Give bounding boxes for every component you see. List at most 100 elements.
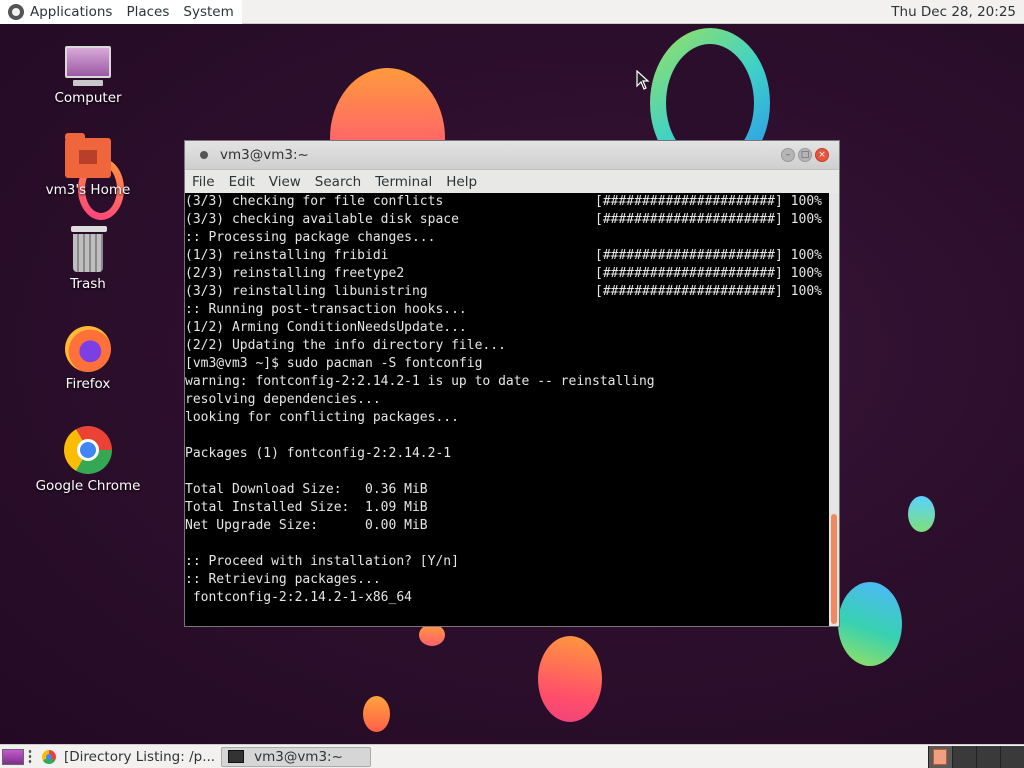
menu-edit[interactable]: Edit	[222, 174, 262, 190]
terminal-line-text: (1/3) reinstalling fribidi	[185, 248, 389, 263]
terminal-scrollbar[interactable]	[829, 193, 839, 626]
taskbar-item-label: vm3@vm3:~	[254, 748, 343, 765]
small-blob-decoration	[908, 496, 935, 532]
system-menu[interactable]: System	[183, 4, 233, 20]
terminal-line-text: :: Retrieving packages...	[185, 572, 381, 587]
terminal-menubar: File Edit View Search Terminal Help	[185, 170, 839, 194]
menu-help[interactable]: Help	[439, 174, 484, 190]
terminal-line: resolving dependencies...	[185, 391, 829, 409]
terminal-window[interactable]: vm3@vm3:~ – □ × File Edit View Search Te…	[184, 140, 840, 627]
window-titlebar[interactable]: vm3@vm3:~ – □ ×	[185, 141, 839, 170]
trash-icon	[71, 226, 107, 272]
terminal-icon	[228, 750, 245, 763]
small-orange-blob-decoration	[363, 696, 390, 732]
progress-bar-text: [######################] 100%	[595, 248, 822, 263]
desktop-icon-trash[interactable]: Trash	[28, 226, 148, 292]
terminal-line: (2/3) reinstalling freetype2 [###########…	[185, 265, 829, 283]
terminal-line: :: Proceed with installation? [Y/n]	[185, 553, 829, 571]
terminal-line-text: fontconfig-2:2.14.2-1-x86_64	[185, 590, 412, 605]
terminal-line-text: (1/2) Arming ConditionNeedsUpdate...	[185, 320, 467, 335]
terminal-line: :: Running post-transaction hooks...	[185, 301, 829, 319]
taskbar-item-label: [Directory Listing: /p...	[64, 748, 216, 765]
terminal-line: (1/2) Arming ConditionNeedsUpdate...	[185, 319, 829, 337]
panel-handle[interactable]	[28, 748, 32, 765]
desktop-icon-google-chrome[interactable]: Google Chrome	[28, 426, 148, 494]
progress-bar-text: [######################] 100%	[595, 212, 822, 227]
progress-bar-text: [######################] 100%	[595, 266, 822, 281]
desktop-icon-label: Google Chrome	[35, 478, 141, 494]
minimize-button[interactable]: –	[781, 148, 795, 162]
terminal-line-text: Total Installed Size: 1.09 MiB	[185, 500, 428, 515]
desktop-icon-firefox[interactable]: Firefox	[28, 326, 148, 392]
terminal-line-text: Net Upgrade Size: 0.00 MiB	[185, 518, 428, 533]
blue-blob-decoration	[838, 582, 902, 666]
terminal-line: Total Installed Size: 1.09 MiB	[185, 499, 829, 517]
show-desktop-button[interactable]	[2, 748, 24, 765]
terminal-line: looking for conflicting packages...	[185, 409, 829, 427]
terminal-line-text: [vm3@vm3 ~]$ sudo pacman -S fontconfig	[185, 356, 483, 371]
terminal-line: (3/3) checking available disk space [####…	[185, 211, 829, 229]
taskbar-item-terminal[interactable]: vm3@vm3:~	[221, 746, 372, 767]
chrome-icon	[64, 426, 112, 474]
terminal-line-text: (2/2) Updating the info directory file..…	[185, 338, 506, 353]
taskbar-item-chrome[interactable]: [Directory Listing: /p...	[36, 747, 221, 767]
scrollbar-thumb[interactable]	[831, 514, 837, 624]
main-menu-bar: Applications Places System	[0, 0, 242, 24]
window-menu-icon[interactable]	[200, 151, 208, 159]
desktop-icon-computer[interactable]: Computer	[28, 46, 148, 106]
desktop-icon-label: Firefox	[65, 376, 111, 392]
terminal-line: Packages (1) fontconfig-2:2.14.2-1	[185, 445, 829, 463]
terminal-line: Net Upgrade Size: 0.00 MiB	[185, 517, 829, 535]
terminal-line-text: :: Proceed with installation? [Y/n]	[185, 554, 459, 569]
terminal-line: [vm3@vm3 ~]$ sudo pacman -S fontconfig	[185, 355, 829, 373]
terminal-line: Total Download Size: 0.36 MiB	[185, 481, 829, 499]
terminal-line-text: (3/3) checking available disk space	[185, 212, 459, 227]
window-title: vm3@vm3:~	[220, 147, 309, 163]
workspace-1[interactable]	[928, 745, 952, 768]
terminal-line-text: Packages (1) fontconfig-2:2.14.2-1	[185, 446, 452, 461]
menu-view[interactable]: View	[262, 174, 308, 190]
terminal-line: (3/3) reinstalling libunistring [########…	[185, 283, 829, 301]
terminal-line: (3/3) checking for file conflicts [######…	[185, 193, 829, 211]
small-orange-blob-decoration	[419, 624, 445, 646]
menu-file[interactable]: File	[185, 174, 222, 190]
orange-blob-decoration	[538, 636, 602, 722]
workspace-3[interactable]	[976, 745, 1000, 768]
terminal-line-text: :: Processing package changes...	[185, 230, 436, 245]
terminal-output[interactable]: (3/3) checking for file conflicts [######…	[185, 193, 829, 626]
terminal-line-text: :: Running post-transaction hooks...	[185, 302, 467, 317]
desktop-icon-label: Computer	[54, 90, 122, 106]
desktop-icon-home[interactable]: vm3's Home	[28, 133, 148, 198]
terminal-line-text: (3/3) reinstalling libunistring	[185, 284, 428, 299]
terminal-line: :: Processing package changes...	[185, 229, 829, 247]
maximize-button[interactable]: □	[798, 148, 812, 162]
terminal-line: (1/3) reinstalling fribidi [#############…	[185, 247, 829, 265]
terminal-line-text: warning: fontconfig-2:2.14.2-1 is up to …	[185, 374, 655, 389]
workspace-4[interactable]	[1000, 745, 1024, 768]
progress-bar-text: [######################] 100%	[595, 284, 822, 299]
terminal-line-text: looking for conflicting packages...	[185, 410, 459, 425]
panel-clock[interactable]: Thu Dec 28, 20:25	[887, 4, 1020, 20]
top-panel: Applications Places System Thu Dec 28, 2…	[0, 0, 1024, 24]
close-button[interactable]: ×	[815, 148, 829, 162]
places-menu[interactable]: Places	[126, 4, 169, 20]
terminal-line: (2/2) Updating the info directory file..…	[185, 337, 829, 355]
chrome-icon	[42, 749, 56, 764]
terminal-line-text: (2/3) reinstalling freetype2	[185, 266, 405, 281]
terminal-line: :: Retrieving packages...	[185, 571, 829, 589]
menu-terminal[interactable]: Terminal	[368, 174, 439, 190]
terminal-line-text: Total Download Size: 0.36 MiB	[185, 482, 428, 497]
terminal-line: fontconfig-2:2.14.2-1-x86_64	[185, 589, 829, 607]
workspace-switcher[interactable]	[928, 745, 1024, 768]
terminal-line: warning: fontconfig-2:2.14.2-1 is up to …	[185, 373, 829, 391]
menu-search[interactable]: Search	[308, 174, 368, 190]
gnome-foot-icon	[8, 3, 24, 20]
computer-icon	[64, 46, 112, 86]
workspace-2[interactable]	[952, 745, 976, 768]
home-folder-icon	[65, 133, 111, 178]
applications-menu[interactable]: Applications	[30, 4, 112, 20]
desktop-icon-label: vm3's Home	[45, 182, 131, 198]
